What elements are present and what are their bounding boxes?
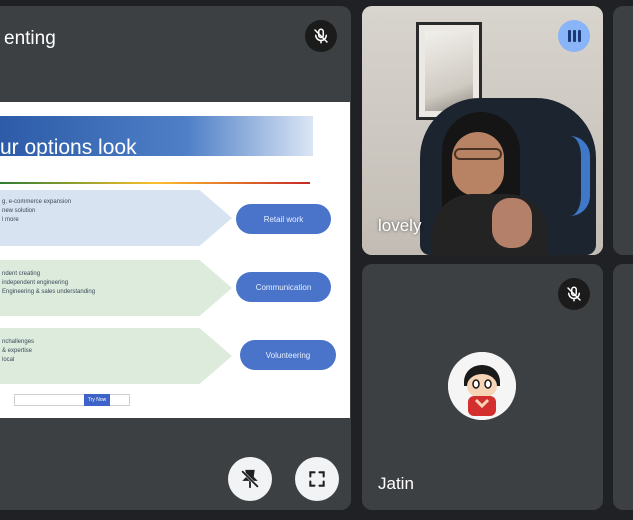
slide-option-button-3: Volunteering: [240, 340, 336, 370]
slide-option-button-1: Retail work: [236, 204, 331, 234]
slide-footer-button: Try Now: [84, 394, 110, 406]
unpin-icon: [241, 469, 259, 489]
presentation-tile[interactable]: enting ur options look g, e-commerce exp…: [0, 6, 351, 510]
speaking-indicator-icon: [558, 20, 590, 52]
slide-arrow-block-1: g, e-commerce expansion new solution l m…: [0, 190, 232, 246]
slide-title: ur options look: [0, 136, 137, 159]
slide-arrow-block-2: ndent creating independent engineering E…: [0, 260, 232, 316]
slide-divider: [0, 182, 310, 184]
slide-arrow-block-3: nchallenges & expertise local: [0, 328, 232, 384]
slide-arrow-text-3: nchallenges & expertise local: [2, 339, 35, 363]
participant-name: lovely: [378, 216, 422, 235]
presentation-title: enting: [4, 28, 56, 49]
participant-glasses: [454, 148, 502, 160]
participant-hand: [492, 198, 532, 248]
meeting-stage: enting ur options look g, e-commerce exp…: [0, 0, 633, 520]
shared-slide: ur options look g, e-commerce expansion …: [0, 102, 350, 418]
participant-tile-partial[interactable]: [613, 264, 633, 510]
avatar: [448, 352, 516, 420]
participant-face: [452, 132, 504, 196]
slide-footer-box: [14, 394, 130, 406]
mic-off-icon: [305, 20, 337, 52]
slide-arrow-text-2: ndent creating independent engineering E…: [2, 271, 96, 295]
participant-tile-lovely[interactable]: lovely: [362, 6, 603, 255]
unpin-button[interactable]: [228, 457, 272, 501]
slide-option-button-2: Communication: [236, 272, 331, 302]
participant-name: Jatin: [378, 474, 414, 493]
participant-tile-jatin[interactable]: Jatin: [362, 264, 603, 510]
participant-tile-partial[interactable]: [613, 6, 633, 255]
mic-off-icon: [558, 278, 590, 310]
fullscreen-button[interactable]: [295, 457, 339, 501]
slide-title-bar: ur options look: [0, 116, 313, 159]
fullscreen-icon: [309, 471, 325, 487]
slide-arrow-text-1: g, e-commerce expansion new solution l m…: [2, 199, 72, 223]
